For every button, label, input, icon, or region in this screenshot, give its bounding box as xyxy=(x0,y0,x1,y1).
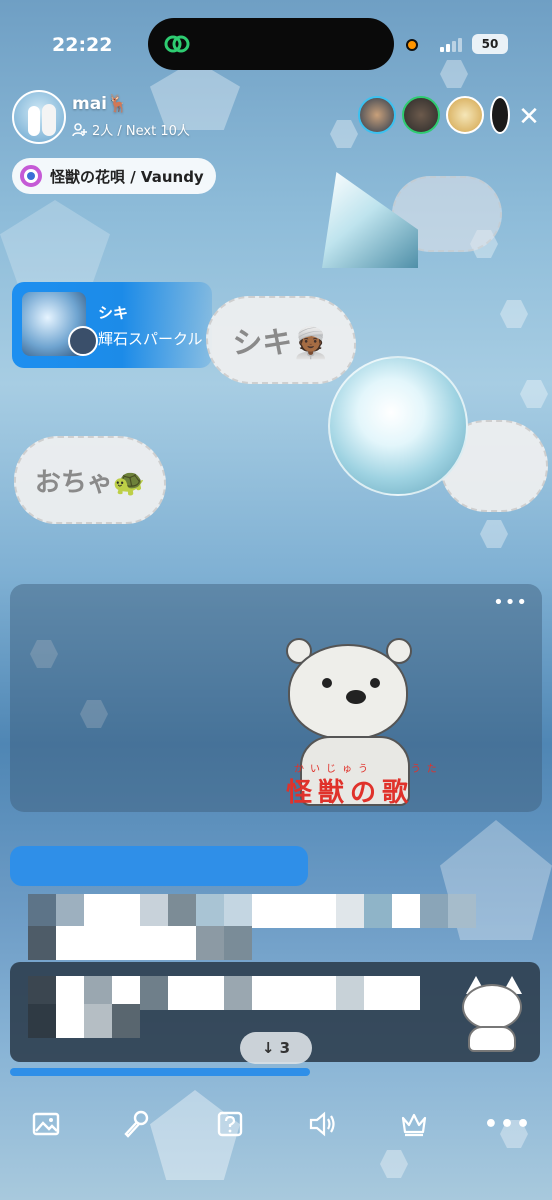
chat-message-redacted xyxy=(28,1004,140,1038)
battery-icon: 50 xyxy=(472,34,508,54)
image-icon xyxy=(32,1112,60,1136)
listener-avatars xyxy=(358,96,510,134)
singer-avatar xyxy=(68,326,98,356)
listener-avatar[interactable] xyxy=(402,96,440,134)
people-icon xyxy=(72,122,87,136)
panel-more-button[interactable]: ••• xyxy=(493,592,528,613)
status-bar: 22:22 50 xyxy=(0,18,552,72)
ranking-button[interactable] xyxy=(396,1106,432,1142)
mic-indicator-icon xyxy=(406,39,418,51)
media-panel[interactable]: ••• かいじゅう うた 怪獣の歌 xyxy=(10,584,542,812)
new-messages-button[interactable]: ↓ 3 xyxy=(240,1032,312,1064)
crown-icon xyxy=(401,1113,427,1137)
now-playing-card[interactable]: シキ 輝石スパークル xyxy=(12,282,212,368)
listener-info: 2人 / Next 10人 xyxy=(72,120,190,139)
image-button[interactable] xyxy=(28,1106,64,1142)
chat-message-bubble[interactable] xyxy=(10,846,308,886)
host-name[interactable]: mai🦌 xyxy=(72,94,128,114)
disc-icon xyxy=(20,165,42,187)
singer-name: シキ xyxy=(98,304,129,322)
lyrics-title: 怪獣の歌 xyxy=(286,778,415,808)
signal-icon xyxy=(440,36,464,52)
listener-avatar[interactable] xyxy=(358,96,396,134)
close-button[interactable]: ✕ xyxy=(512,100,546,134)
diamond-decoration xyxy=(328,356,468,496)
volume-button[interactable] xyxy=(304,1106,340,1142)
more-button[interactable]: ••• xyxy=(484,1106,530,1142)
song-chip-label: 怪獣の花唄 / Vaundy xyxy=(50,167,204,186)
cloud-bubble-shiki[interactable]: シキ👳🏾 xyxy=(206,296,356,384)
random-button[interactable] xyxy=(212,1106,248,1142)
listener-avatar[interactable] xyxy=(490,96,510,134)
status-time: 22:22 xyxy=(52,34,113,56)
song-chip[interactable]: 怪獣の花唄 / Vaundy xyxy=(12,158,216,194)
listener-count-label: 2人 / Next 10人 xyxy=(92,124,190,139)
chat-message-redacted xyxy=(28,926,252,960)
chat-message-bubble xyxy=(10,1068,310,1076)
host-avatar[interactable] xyxy=(12,90,66,144)
dynamic-island xyxy=(148,18,394,70)
mic-button[interactable] xyxy=(118,1106,154,1142)
speaker-icon xyxy=(309,1111,335,1137)
listener-avatar[interactable] xyxy=(446,96,484,134)
chat-message-redacted xyxy=(28,894,476,928)
cat-sticker[interactable] xyxy=(458,974,526,1054)
dice-question-icon xyxy=(217,1111,243,1137)
bottom-toolbar: ••• xyxy=(0,1098,552,1150)
cloud-bubble-ocha[interactable]: おちゃ🐢 xyxy=(14,436,166,524)
now-playing-title: 輝石スパークル xyxy=(98,330,203,348)
microphone-icon xyxy=(124,1110,149,1138)
link-app-icon xyxy=(164,35,190,53)
